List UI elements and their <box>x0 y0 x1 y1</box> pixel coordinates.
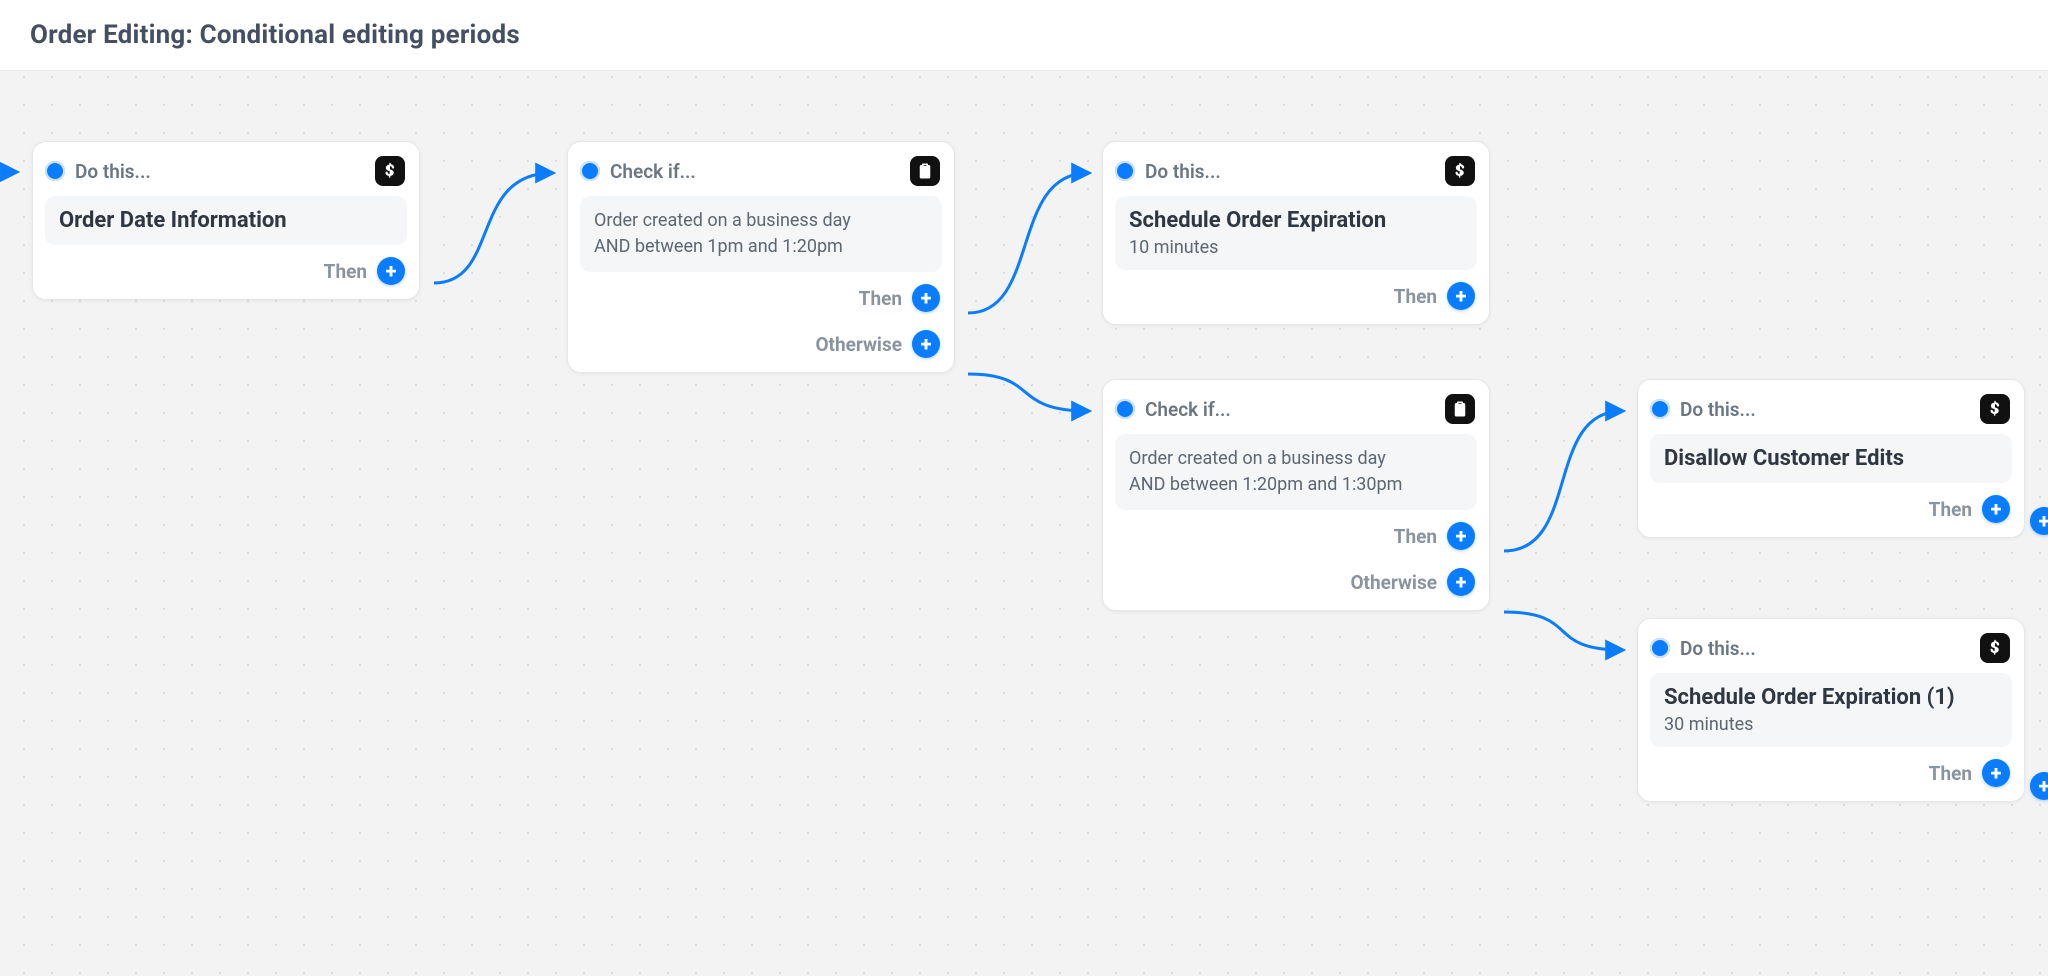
then-label: Then <box>859 287 902 310</box>
then-label: Then <box>1929 498 1972 521</box>
dollar-icon <box>1445 156 1475 186</box>
page-title: Order Editing: Conditional editing perio… <box>30 20 520 50</box>
node-type-label: Do this... <box>1680 398 1970 421</box>
add-after-schedule-30[interactable] <box>2030 772 2048 800</box>
node-type-label: Do this... <box>75 160 365 183</box>
add-otherwise-branch[interactable] <box>912 330 940 358</box>
then-label: Then <box>1394 525 1437 548</box>
node-type-label: Do this... <box>1145 160 1435 183</box>
node-check-business-day-1pm[interactable]: Check if... Order created on a business … <box>567 141 955 373</box>
node-body: Disallow Customer Edits <box>1650 434 2012 483</box>
node-type-label: Do this... <box>1680 637 1970 660</box>
otherwise-label: Otherwise <box>815 333 902 356</box>
then-label: Then <box>324 260 367 283</box>
condition-line-1: Order created on a business day <box>594 208 928 234</box>
input-port[interactable] <box>1115 399 1135 419</box>
input-port[interactable] <box>45 161 65 181</box>
node-check-business-day-120pm[interactable]: Check if... Order created on a business … <box>1102 379 1490 611</box>
add-after-disallow[interactable] <box>2030 507 2048 535</box>
node-schedule-30-min[interactable]: Do this... Schedule Order Expiration (1)… <box>1637 618 2025 802</box>
flow-canvas[interactable]: Do this... Order Date Information Then C… <box>0 71 2048 976</box>
dollar-icon <box>375 156 405 186</box>
condition-line-1: Order created on a business day <box>1129 446 1463 472</box>
add-then-branch[interactable] <box>1447 282 1475 310</box>
add-then-branch[interactable] <box>1982 759 2010 787</box>
input-port[interactable] <box>1115 161 1135 181</box>
node-title: Disallow Customer Edits <box>1664 446 1998 471</box>
input-port[interactable] <box>580 161 600 181</box>
node-disallow-edits[interactable]: Do this... Disallow Customer Edits Then <box>1637 379 2025 538</box>
page-header: Order Editing: Conditional editing perio… <box>0 0 2048 71</box>
clipboard-check-icon <box>1445 394 1475 424</box>
dollar-icon <box>1980 633 2010 663</box>
node-body: Schedule Order Expiration (1) 30 minutes <box>1650 673 2012 747</box>
node-type-label: Check if... <box>610 160 900 183</box>
node-schedule-10-min[interactable]: Do this... Schedule Order Expiration 10 … <box>1102 141 1490 325</box>
node-body: Order created on a business day AND betw… <box>580 196 942 272</box>
node-title: Schedule Order Expiration (1) <box>1664 685 1998 710</box>
node-type-label: Check if... <box>1145 398 1435 421</box>
node-title: Schedule Order Expiration <box>1129 208 1463 233</box>
add-otherwise-branch[interactable] <box>1447 568 1475 596</box>
then-label: Then <box>1929 762 1972 785</box>
node-body: Schedule Order Expiration 10 minutes <box>1115 196 1477 270</box>
input-port[interactable] <box>1650 638 1670 658</box>
node-subtitle: 10 minutes <box>1129 237 1463 258</box>
node-subtitle: 30 minutes <box>1664 714 1998 735</box>
condition-line-2: AND between 1pm and 1:20pm <box>594 234 928 260</box>
add-then-branch[interactable] <box>1982 495 2010 523</box>
node-order-date-information[interactable]: Do this... Order Date Information Then <box>32 141 420 300</box>
node-body: Order Date Information <box>45 196 407 245</box>
add-then-branch[interactable] <box>1447 522 1475 550</box>
condition-line-2: AND between 1:20pm and 1:30pm <box>1129 472 1463 498</box>
then-label: Then <box>1394 285 1437 308</box>
input-port[interactable] <box>1650 399 1670 419</box>
otherwise-label: Otherwise <box>1350 571 1437 594</box>
node-body: Order created on a business day AND betw… <box>1115 434 1477 510</box>
clipboard-check-icon <box>910 156 940 186</box>
add-then-branch[interactable] <box>912 284 940 312</box>
node-title: Order Date Information <box>59 208 393 233</box>
dollar-icon <box>1980 394 2010 424</box>
add-then-branch[interactable] <box>377 257 405 285</box>
